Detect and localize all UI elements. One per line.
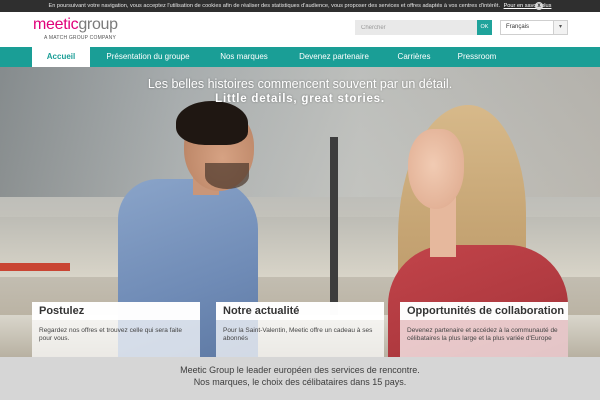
card-title: Opportunités de collaboration <box>400 302 568 320</box>
cookie-more-link[interactable]: Pour en savoir plus <box>504 3 552 9</box>
intro-line-1: Meetic Group le leader européen des serv… <box>180 365 420 375</box>
cookie-banner: En poursuivant votre navigation, vous ac… <box>0 0 600 12</box>
card-desc: Pour la Saint-Valentin, Meetic offre un … <box>223 327 373 342</box>
nav-item-accueil[interactable]: Accueil <box>32 47 90 67</box>
hero-headline: Les belles histoires commencent souvent … <box>0 77 600 107</box>
nav-item-presentation[interactable]: Présentation du groupe <box>94 47 202 67</box>
hero-red-bar <box>0 263 70 271</box>
cookie-text: En poursuivant votre navigation, vous ac… <box>48 3 501 9</box>
language-select[interactable]: Français ▾ <box>500 20 568 35</box>
man-beard <box>205 163 249 189</box>
language-value: Français <box>506 24 530 30</box>
logo-tagline: A MATCH GROUP COMPANY <box>44 35 116 41</box>
card-title: Notre actualité <box>216 302 384 320</box>
card-postulez[interactable]: Postulez Regardez nos offres et trouvez … <box>32 302 200 357</box>
search-button[interactable]: OK <box>477 20 492 35</box>
nav-item-pressroom[interactable]: Pressroom <box>446 47 508 67</box>
main-nav: Accueil Présentation du groupe Nos marqu… <box>0 47 600 67</box>
cookie-close-button[interactable]: x <box>535 2 543 10</box>
hero-pole <box>330 137 338 327</box>
nav-item-carrieres[interactable]: Carrières <box>386 47 442 67</box>
card-desc: Regardez nos offres et trouvez celle qui… <box>39 327 182 342</box>
chevron-down-icon: ▾ <box>553 21 567 34</box>
nav-item-marques[interactable]: Nos marques <box>206 47 282 67</box>
hero-headline-fr: Les belles histoires commencent souvent … <box>147 77 453 91</box>
logo-group: group <box>78 16 118 33</box>
card-title: Postulez <box>32 302 200 320</box>
intro-band: Meetic Group le leader européen des serv… <box>0 357 600 400</box>
meetic-group-logo[interactable]: meeticgroup A MATCH GROUP COMPANY <box>33 16 118 41</box>
card-desc: Devenez partenaire et accédez à la commu… <box>407 327 558 342</box>
search-input[interactable] <box>355 20 477 35</box>
card-actualite[interactable]: Notre actualité Pour la Saint-Valentin, … <box>216 302 384 357</box>
woman-face <box>408 129 464 209</box>
nav-item-partenaire[interactable]: Devenez partenaire <box>286 47 382 67</box>
site-header: meeticgroup A MATCH GROUP COMPANY OK Fra… <box>0 12 600 47</box>
logo-meetic: meetic <box>33 16 79 33</box>
card-collaboration[interactable]: Opportunités de collaboration Devenez pa… <box>400 302 568 357</box>
hero-headline-en: Little details, great stories. <box>215 93 385 105</box>
intro-line-2: Nos marques, le choix des célibataires d… <box>193 377 407 387</box>
man-hair <box>176 101 248 145</box>
